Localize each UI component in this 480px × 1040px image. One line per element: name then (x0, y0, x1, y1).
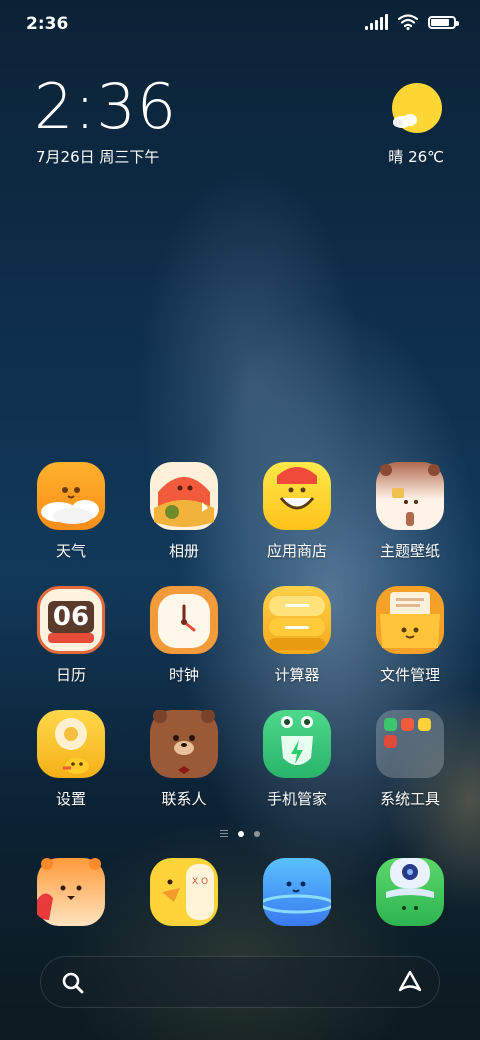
app-system-tools-folder[interactable]: 系统工具 (362, 710, 458, 809)
app-label: 计算器 (274, 666, 320, 684)
sun-cloud-icon[interactable] (390, 82, 444, 136)
gallery-app-icon (150, 462, 218, 530)
app-clock[interactable]: 时钟 (136, 586, 232, 685)
app-label: 系统工具 (379, 790, 440, 808)
app-calculator[interactable]: 计算器 (249, 586, 345, 685)
app-contacts[interactable]: 联系人 (136, 710, 232, 809)
app-file-manager[interactable]: 文件管理 (362, 586, 458, 685)
menu-lines-icon (220, 830, 228, 837)
app-label: 相册 (168, 542, 199, 560)
calendar-icon: 06 (37, 586, 105, 654)
phone-app-icon (37, 858, 105, 926)
dock-phone[interactable] (23, 858, 119, 926)
page-dot[interactable] (254, 830, 260, 837)
app-label: 天气 (55, 542, 86, 560)
battery-icon (428, 15, 459, 29)
messaging-app-icon: X O (150, 858, 218, 926)
contacts-icon (150, 710, 218, 778)
signal-icon (365, 14, 388, 30)
search-bar[interactable] (40, 956, 440, 1008)
status-time: 2:36 (26, 14, 69, 34)
dock-messaging[interactable]: X O (136, 858, 232, 926)
app-label: 手机管家 (266, 790, 327, 808)
clock-widget-date: 7月26日 周三下午 (36, 148, 160, 166)
weather-text: 晴 26℃ (388, 148, 444, 166)
security-app-icon (263, 710, 331, 778)
app-settings[interactable]: 设置 (23, 710, 119, 809)
app-label: 时钟 (168, 666, 199, 684)
app-label: 主题壁纸 (379, 542, 440, 560)
weather-app-icon (37, 462, 105, 530)
app-label: 日历 (55, 666, 86, 684)
calendar-day: 06 (52, 602, 90, 632)
page-indicator[interactable] (0, 830, 480, 837)
themes-icon (376, 462, 444, 530)
app-label: 联系人 (161, 790, 207, 808)
browser-app-icon (263, 858, 331, 926)
svg-text:X O: X O (192, 877, 208, 887)
settings-icon (37, 710, 105, 778)
dock-browser[interactable] (249, 858, 345, 926)
app-label: 设置 (55, 790, 86, 808)
app-security[interactable]: 手机管家 (249, 710, 345, 809)
wifi-icon (398, 14, 418, 30)
app-store[interactable]: 应用商店 (249, 462, 345, 561)
dock-camera[interactable] (362, 858, 458, 926)
calculator-icon (263, 586, 331, 654)
camera-app-icon (376, 858, 444, 926)
system-tools-folder-icon (376, 710, 444, 778)
app-label: 应用商店 (266, 542, 327, 560)
status-bar: 2:36 (0, 0, 480, 50)
app-label: 文件管理 (379, 666, 440, 684)
clock-widget-time[interactable]: 2:36 (34, 76, 177, 138)
app-store-icon (263, 462, 331, 530)
app-calendar[interactable]: 06 日历 (23, 586, 119, 685)
search-icon[interactable] (61, 971, 85, 995)
file-manager-icon (376, 586, 444, 654)
app-gallery[interactable]: 相册 (136, 462, 232, 561)
app-themes[interactable]: 主题壁纸 (362, 462, 458, 561)
assistant-icon[interactable] (397, 969, 423, 995)
page-dot-active[interactable] (238, 830, 244, 837)
clock-app-icon (150, 586, 218, 654)
status-icons (365, 14, 459, 30)
app-weather[interactable]: 天气 (23, 462, 119, 561)
